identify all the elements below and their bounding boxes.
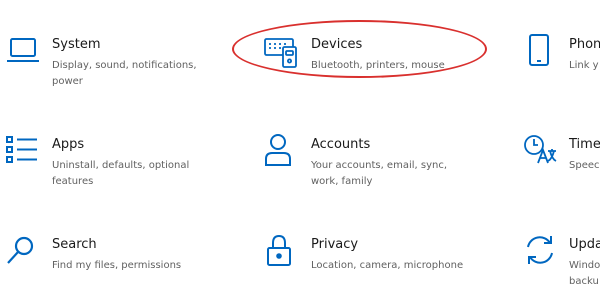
tile-accounts[interactable]: Accounts Your accounts, email, sync, wor… — [264, 133, 489, 203]
search-icon — [5, 233, 41, 269]
phone-icon — [522, 33, 558, 69]
tile-description: Your accounts, email, sync, work, family — [311, 160, 448, 187]
tile-apps[interactable]: Apps Uninstall, defaults, optional featu… — [5, 133, 230, 203]
tile-description: Find my files, permissions — [52, 260, 182, 271]
tile-description: Windo backu — [569, 260, 600, 287]
lock-icon — [264, 233, 300, 269]
tile-time-language[interactable]: Time Speec — [522, 133, 600, 203]
keyboard-device-icon — [264, 33, 300, 69]
tile-description: Speec — [569, 160, 600, 171]
tile-title: Apps — [52, 137, 85, 152]
tile-devices[interactable]: Devices Bluetooth, printers, mouse — [264, 33, 489, 103]
tile-phone[interactable]: Phone Link y — [522, 33, 600, 103]
tile-system[interactable]: System Display, sound, notifications, po… — [5, 33, 230, 103]
tile-title: Search — [52, 237, 97, 252]
apps-list-icon — [5, 133, 41, 169]
tile-title: Upda — [569, 237, 600, 252]
tile-description: Uninstall, defaults, optional features — [52, 160, 190, 187]
tile-update-security[interactable]: Upda Windo backu — [522, 233, 600, 303]
tile-title: Phone — [569, 37, 600, 52]
tile-description: Display, sound, notifications, power — [52, 60, 197, 87]
tile-title: Privacy — [311, 237, 359, 252]
time-language-icon — [522, 133, 558, 169]
person-icon — [264, 133, 300, 169]
tile-title: Devices — [311, 37, 363, 52]
tile-title: Time — [569, 137, 600, 152]
tile-description: Location, camera, microphone — [311, 260, 464, 271]
tile-title: System — [52, 37, 101, 52]
tile-privacy[interactable]: Privacy Location, camera, microphone — [264, 233, 489, 303]
tile-title: Accounts — [311, 137, 371, 152]
tile-description: Link y — [569, 60, 599, 71]
tile-search[interactable]: Search Find my files, permissions — [5, 233, 230, 303]
laptop-icon — [5, 33, 41, 69]
update-icon — [522, 233, 558, 269]
tile-description: Bluetooth, printers, mouse — [311, 60, 445, 71]
